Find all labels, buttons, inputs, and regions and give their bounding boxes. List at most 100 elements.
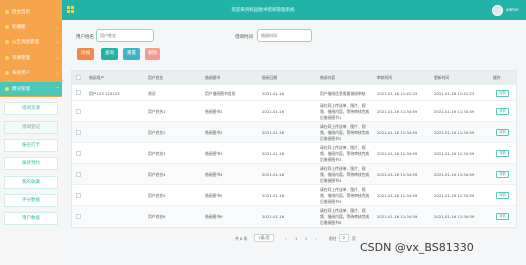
detail-button[interactable]: 详情	[496, 213, 509, 220]
cell-book: 借阅图书2	[205, 130, 223, 135]
sidebar-item-label: 公告消息管理	[12, 40, 39, 45]
row-checkbox[interactable]	[76, 90, 81, 95]
next-page-icon[interactable]: ›	[315, 236, 317, 241]
folder-icon	[5, 56, 9, 60]
sub-item-user-data[interactable]: 用户数据	[4, 212, 58, 225]
row-checkbox[interactable]	[76, 193, 81, 198]
top-bar: 欢迎来到校园图书借阅管理系统 admin	[62, 0, 526, 20]
cell-book: 借阅图书1	[205, 109, 223, 114]
sub-item-ratings[interactable]: 评分数据	[4, 194, 58, 207]
cell-book: 用户借阅图书信息	[205, 91, 236, 96]
page-1[interactable]: 1	[295, 236, 297, 241]
sidebar-item-modules[interactable]: 模块管理 ⌃	[0, 82, 62, 96]
detail-button[interactable]: 详情	[496, 192, 509, 199]
cell-user: 用户123 123123	[89, 91, 120, 96]
chevron-down-icon: ⌄	[56, 39, 60, 44]
sidebar-item-label: 资源管理	[12, 56, 30, 61]
avatar[interactable]	[492, 5, 503, 16]
cell-name: 用户姓名2	[148, 130, 166, 135]
detail-button[interactable]: 详情	[496, 171, 509, 178]
table-row: 用户姓名3 借阅图书3 2021-01-16 请在同上传送单、图片、视 频、借阅内容，等…	[72, 142, 516, 163]
search-input-name[interactable]	[96, 29, 154, 42]
menu-grid-icon[interactable]	[67, 6, 74, 13]
row-checkbox[interactable]	[76, 109, 81, 114]
sidebar-item-carousel[interactable]: 轮播图 ⌄	[0, 20, 62, 34]
cell-audit: 2021-01-16 11:34:59	[377, 172, 418, 177]
cell-updated: 2021-01-16 11:34:59	[434, 214, 475, 219]
home-icon	[5, 10, 9, 14]
cell-updated: 2021-01-16 11:34:59	[434, 193, 475, 198]
cell-date: 2021-01-16	[262, 151, 285, 156]
cell-content: 后借阅图书6	[320, 220, 342, 225]
row-checkbox[interactable]	[76, 172, 81, 177]
col-header: 借阅用户	[89, 75, 105, 80]
cell-book: 借阅图书6	[205, 214, 223, 219]
sidebar-item-label: 模块管理	[12, 87, 30, 92]
table-row: 用户姓名4 借阅图书4 2021-01-16 请在同上传送单、图片、视 频、借阅内容，等…	[72, 163, 516, 184]
cell-book: 借阅图书5	[205, 193, 223, 198]
cell-date: 2021-01-16	[262, 214, 285, 219]
data-table: 借阅用户 用户姓名 借阅图书 借阅日期 借阅内容 审核时间 更新时间 操作 用户…	[71, 70, 517, 228]
col-header: 借阅图书	[205, 75, 221, 80]
sidebar-submenu: 借阅资源 借阅登记 报名打卡 报修预约 我的收藏 评分数据 用户数据	[0, 97, 62, 265]
watermark: CSDN @vx_BS81330	[360, 241, 474, 254]
cell-name: 用户姓名6	[148, 214, 166, 219]
search-label-name: 用户姓名	[76, 35, 94, 40]
chevron-down-icon: ⌄	[56, 24, 60, 29]
goto-suffix: 页	[352, 236, 356, 241]
cell-updated: 2021-01-16 11:34:59	[434, 151, 475, 156]
sidebar-item-users[interactable]: 系统用户 ⌄	[0, 66, 62, 80]
page-size-select[interactable]: 7条/页	[254, 234, 274, 242]
cell-date: 2021-01-16	[262, 91, 285, 96]
chevron-down-icon: ⌄	[56, 70, 60, 75]
sidebar-item-resources[interactable]: 资源管理 ⌄	[0, 51, 62, 65]
col-header: 借阅日期	[262, 75, 278, 80]
table-row: 用户姓名6 借阅图书6 2021-01-16 请在同上传送单、图片、视 频、借阅内容，等…	[72, 205, 516, 226]
cell-date: 2021-01-16	[262, 130, 285, 135]
sidebar-item-label: 系统用户	[12, 71, 30, 76]
detail-button[interactable]: 详情	[496, 90, 509, 97]
detail-button[interactable]: 详情	[496, 129, 509, 136]
cell-date: 2021-01-16	[262, 193, 285, 198]
sub-item-favorites[interactable]: 我的收藏	[4, 176, 58, 189]
row-checkbox[interactable]	[76, 214, 81, 219]
sidebar-item-home[interactable]: 后台首页	[0, 5, 62, 19]
col-header: 操作	[493, 75, 501, 80]
sidebar-item-notices[interactable]: 公告消息管理 ⌄	[0, 35, 62, 49]
add-button[interactable]: 添加	[77, 48, 94, 60]
sub-item-checkin[interactable]: 报名打卡	[4, 139, 58, 152]
cell-book: 借阅图书3	[205, 151, 223, 156]
search-input-time[interactable]	[257, 29, 312, 42]
reset-button[interactable]: 重置	[123, 48, 140, 60]
cell-audit: 2021-01-16 11:34:59	[377, 214, 418, 219]
username[interactable]: admin	[506, 7, 519, 12]
detail-button[interactable]: 详情	[496, 108, 509, 115]
sub-item-resources[interactable]: 借阅资源	[4, 102, 58, 115]
select-all-checkbox[interactable]	[76, 75, 81, 80]
table-header: 借阅用户 用户姓名 借阅图书 借阅日期 借阅内容 审核时间 更新时间 操作	[72, 71, 516, 84]
sub-item-borrow-register[interactable]: 借阅登记	[4, 121, 58, 134]
module-icon	[5, 87, 9, 91]
sidebar: 后台首页 轮播图 ⌄ 公告消息管理 ⌄ 资源管理 ⌄ 系统用户 ⌄ 模块管理 ⌃…	[0, 0, 62, 265]
sub-item-repair[interactable]: 报修预约	[4, 157, 58, 170]
cell-name: 用户姓名4	[148, 172, 166, 177]
cell-audit: 2021-01-16 11:34:59	[377, 109, 418, 114]
pagination: 共 8 条 7条/页 ‹ 1 2 › 前往 2 页	[225, 234, 365, 244]
chevron-down-icon: ⌄	[56, 55, 60, 60]
row-checkbox[interactable]	[76, 151, 81, 156]
search-label-time: 借阅时间	[235, 35, 253, 40]
table-row: 用户姓名1 借阅图书1 2021-01-16 请在同上传送单、图片、视 频、借阅内容，等…	[72, 100, 516, 121]
goto-input[interactable]: 2	[339, 234, 349, 242]
prev-page-icon[interactable]: ‹	[285, 236, 287, 241]
delete-button[interactable]: 删除	[145, 48, 160, 60]
cell-name: 用户姓名3	[148, 151, 166, 156]
total-count: 共 8 条	[235, 236, 248, 241]
row-checkbox[interactable]	[76, 130, 81, 135]
page-2[interactable]: 2	[305, 236, 307, 241]
chevron-up-icon: ⌃	[56, 86, 60, 91]
col-header: 用户姓名	[148, 75, 164, 80]
search-button[interactable]: 查询	[101, 48, 118, 60]
detail-button[interactable]: 详情	[496, 150, 509, 157]
cell-name: 用户姓名1	[148, 109, 166, 114]
cell-name: 测试	[148, 91, 156, 96]
